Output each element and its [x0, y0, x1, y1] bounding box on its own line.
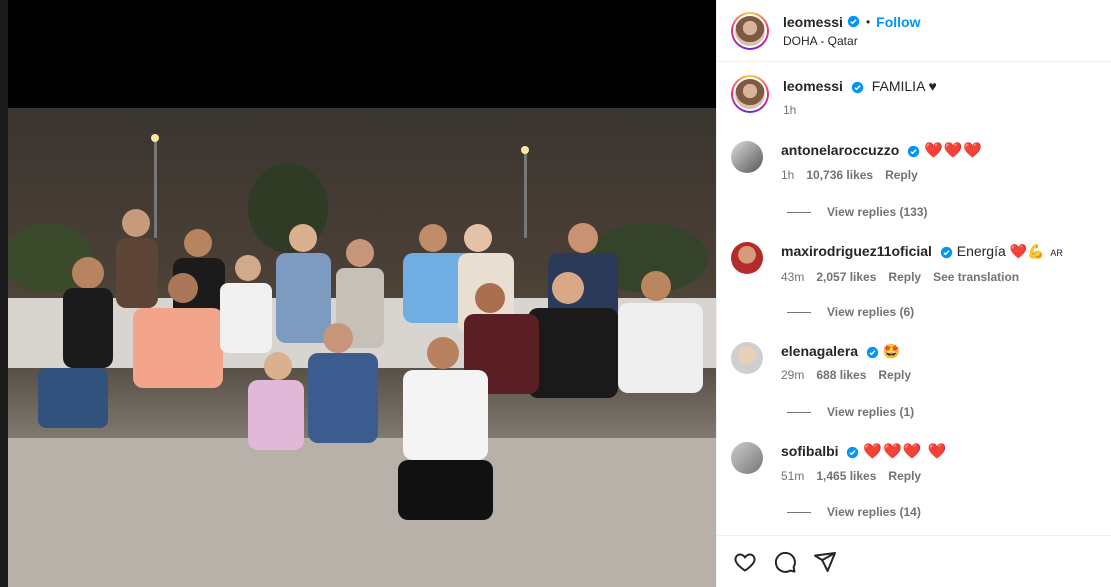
verified-icon — [847, 446, 859, 458]
comment-text: ❤️❤️❤️ — [924, 142, 984, 159]
view-replies-button[interactable]: View replies (14) — [787, 505, 921, 519]
verified-icon — [866, 346, 879, 358]
post-media[interactable] — [8, 0, 716, 587]
view-replies-button[interactable]: View replies (6) — [787, 305, 914, 319]
post-header: leomessi • Follow DOHA - Qatar — [717, 0, 1111, 62]
post-panel: leomessi • Follow DOHA - Qatar leomessi … — [716, 0, 1111, 587]
reply-button[interactable]: Reply — [885, 166, 918, 184]
reply-button[interactable]: Reply — [888, 467, 921, 485]
comment-time[interactable]: 1h — [781, 166, 794, 184]
view-replies-button[interactable]: View replies (1) — [787, 405, 914, 419]
post-location[interactable]: DOHA - Qatar — [783, 34, 920, 48]
comment-likes[interactable]: 2,057 likes — [816, 268, 876, 286]
comment-avatar[interactable] — [731, 442, 763, 474]
reply-button[interactable]: Reply — [878, 366, 911, 384]
view-replies-label: View replies (1) — [827, 405, 915, 419]
comment-text: ❤️❤️❤️ ❤️ — [863, 443, 948, 460]
author-avatar[interactable] — [731, 11, 769, 50]
comment-avatar[interactable] — [731, 141, 763, 173]
caption-username[interactable]: leomessi — [783, 78, 843, 94]
comment-likes[interactable]: 688 likes — [816, 366, 866, 384]
comment-username[interactable]: elenagalera — [781, 343, 858, 359]
comment-likes[interactable]: 10,736 likes — [806, 166, 873, 184]
view-replies-label: View replies (133) — [827, 205, 928, 219]
verified-icon — [940, 246, 953, 258]
verified-icon — [907, 145, 920, 157]
view-replies-button[interactable]: View replies (133) — [787, 205, 928, 219]
verified-icon — [847, 15, 860, 28]
author-username[interactable]: leomessi — [783, 14, 843, 30]
share-icon[interactable] — [813, 550, 837, 574]
comment-time[interactable]: 43m — [781, 268, 804, 286]
caption-item: leomessi FAMILIA ♥ 1h — [731, 75, 937, 119]
view-replies-label: View replies (6) — [827, 305, 915, 319]
comment-username[interactable]: maxirodriguez11oficial — [781, 243, 932, 259]
see-translation-button[interactable]: See translation — [933, 268, 1019, 286]
replies-line — [787, 211, 811, 213]
caption-avatar[interactable] — [731, 75, 769, 113]
flag-label: AR — [1050, 248, 1063, 258]
comment-item: sofibalbi ❤️❤️❤️ ❤️ 51m 1,465 likes Repl… — [731, 442, 947, 485]
comment-username[interactable]: antonelaroccuzzo — [781, 142, 899, 158]
caption-time: 1h — [783, 103, 797, 117]
heart-outline-icon[interactable] — [733, 550, 757, 574]
replies-line — [787, 411, 811, 413]
comment-item: maxirodriguez11oficial Energía ❤️💪 AR 43… — [731, 242, 1063, 286]
comment-text: Energía ❤️💪 — [956, 243, 1045, 259]
left-edge — [0, 0, 8, 587]
verified-icon — [851, 81, 864, 93]
separator-dot: • — [865, 14, 871, 29]
comments-scroll[interactable]: leomessi FAMILIA ♥ 1h antonelaroccuzzo ❤… — [717, 63, 1111, 535]
comment-avatar[interactable] — [731, 242, 763, 274]
reply-button[interactable]: Reply — [888, 268, 921, 286]
comment-item: antonelaroccuzzo ❤️❤️❤️ 1h 10,736 likes … — [731, 141, 983, 184]
view-replies-label: View replies (14) — [827, 505, 921, 519]
comment-time[interactable]: 51m — [781, 467, 804, 485]
comment-username[interactable]: sofibalbi — [781, 443, 839, 459]
comment-item: elenagalera 🤩 29m 688 likes Reply — [731, 342, 911, 384]
comment-likes[interactable]: 1,465 likes — [816, 467, 876, 485]
photo-illustration — [8, 134, 716, 587]
comment-text: 🤩 — [882, 343, 901, 359]
caption-text: FAMILIA ♥ — [871, 78, 937, 94]
comment-time[interactable]: 29m — [781, 366, 804, 384]
post-actions — [717, 535, 1111, 587]
follow-button[interactable]: Follow — [876, 14, 920, 30]
replies-line — [787, 311, 811, 313]
comment-avatar[interactable] — [731, 342, 763, 374]
comment-icon[interactable] — [773, 550, 797, 574]
family-photo — [8, 108, 716, 587]
replies-line — [787, 511, 811, 513]
